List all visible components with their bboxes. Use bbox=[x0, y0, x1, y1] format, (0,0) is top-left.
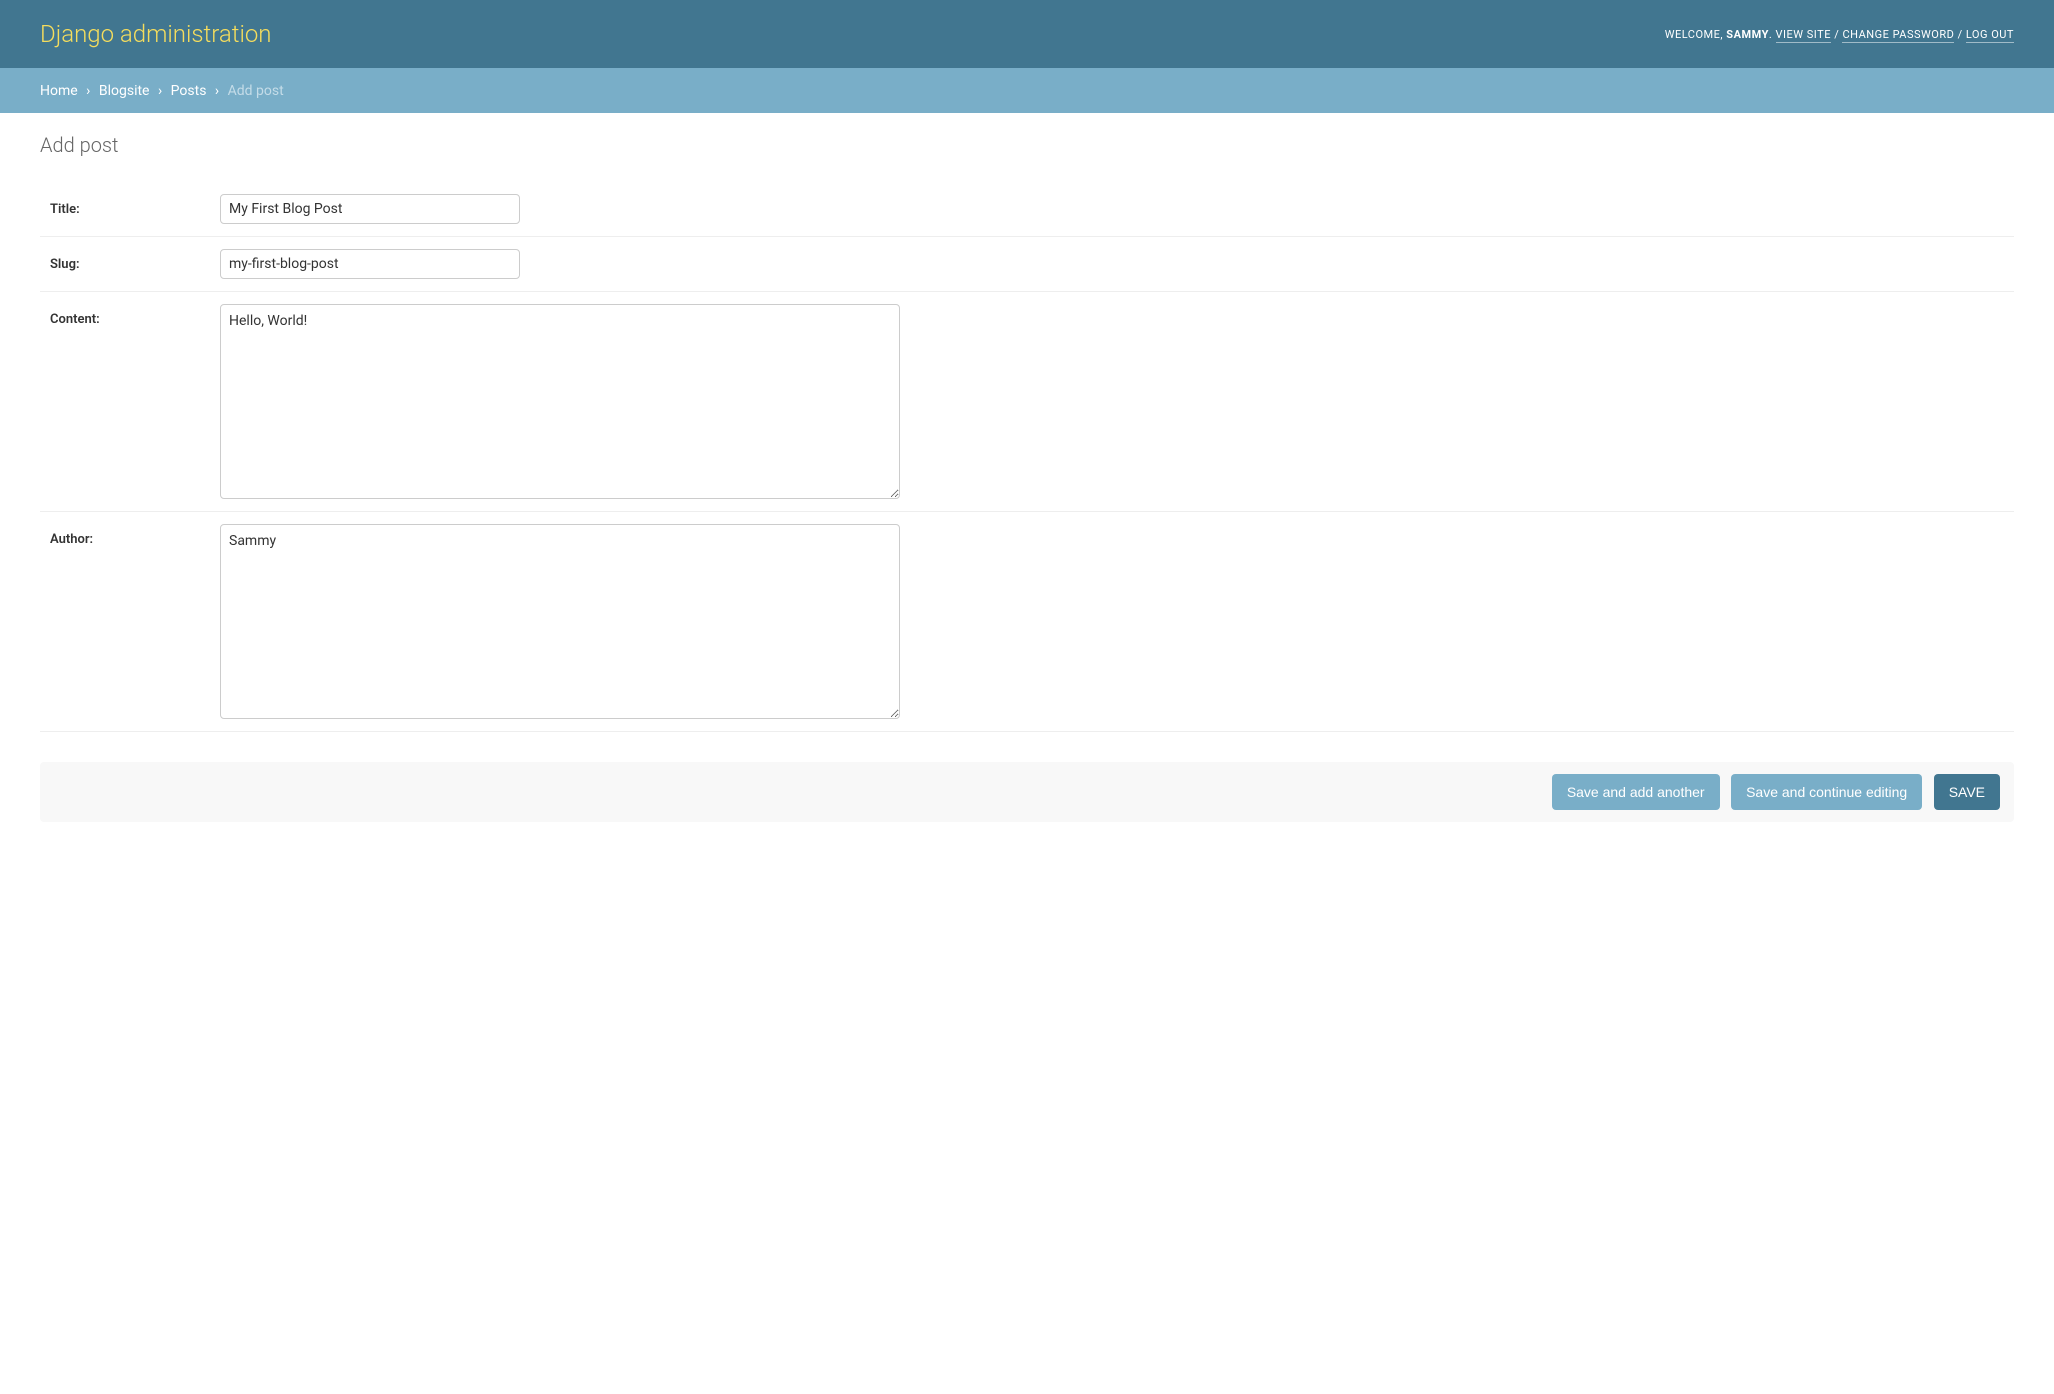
title-label: Title: bbox=[40, 194, 220, 217]
author-label: Author: bbox=[40, 524, 220, 547]
view-site-link[interactable]: VIEW SITE bbox=[1776, 28, 1831, 43]
save-button[interactable]: SAVE bbox=[1934, 774, 2000, 810]
breadcrumb-home[interactable]: Home bbox=[40, 83, 78, 99]
branding-title: Django administration bbox=[40, 20, 272, 48]
logout-link[interactable]: LOG OUT bbox=[1966, 28, 2014, 43]
username: SAMMY bbox=[1726, 28, 1769, 41]
submit-row: Save and add another Save and continue e… bbox=[40, 762, 2014, 822]
content-row: Content: Hello, World! bbox=[40, 292, 2014, 512]
content-textarea[interactable]: Hello, World! bbox=[220, 304, 900, 499]
content-label: Content: bbox=[40, 304, 220, 327]
content: Add post Title: Slug: Content: Hello, Wo… bbox=[0, 113, 2054, 842]
page-title: Add post bbox=[40, 133, 2014, 157]
breadcrumb-app[interactable]: Blogsite bbox=[99, 83, 150, 99]
title-row: Title: bbox=[40, 182, 2014, 237]
change-password-link[interactable]: CHANGE PASSWORD bbox=[1842, 28, 1954, 43]
slug-input[interactable] bbox=[220, 249, 520, 279]
header: Django administration WELCOME, SAMMY. VI… bbox=[0, 0, 2054, 68]
breadcrumb-current: Add post bbox=[228, 83, 284, 99]
author-row: Author: Sammy bbox=[40, 512, 2014, 732]
add-post-form: Title: Slug: Content: Hello, World! Auth… bbox=[40, 182, 2014, 822]
author-textarea[interactable]: Sammy bbox=[220, 524, 900, 719]
slug-label: Slug: bbox=[40, 249, 220, 272]
save-continue-button[interactable]: Save and continue editing bbox=[1731, 774, 1922, 810]
breadcrumb: Home › Blogsite › Posts › Add post bbox=[0, 68, 2054, 113]
breadcrumb-model[interactable]: Posts bbox=[171, 83, 207, 99]
welcome-text: WELCOME, bbox=[1665, 28, 1723, 41]
title-input[interactable] bbox=[220, 194, 520, 224]
user-tools: WELCOME, SAMMY. VIEW SITE / CHANGE PASSW… bbox=[1665, 28, 2014, 41]
save-add-another-button[interactable]: Save and add another bbox=[1552, 774, 1720, 810]
slug-row: Slug: bbox=[40, 237, 2014, 292]
